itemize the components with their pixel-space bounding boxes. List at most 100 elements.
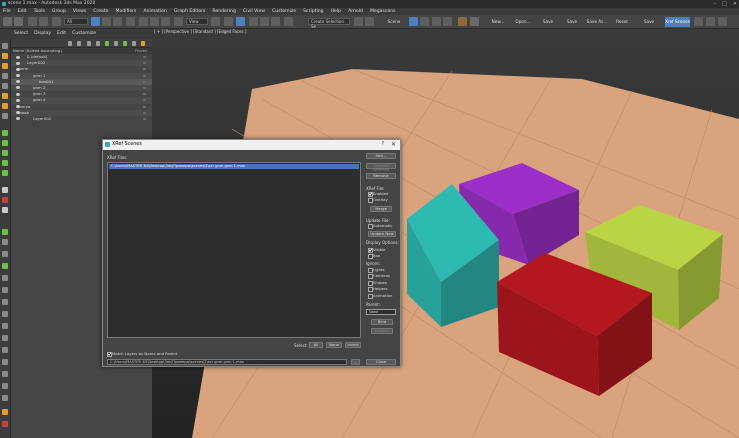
toolbar-z-icon[interactable]	[718, 17, 727, 26]
filter-groups-icon[interactable]	[2, 207, 8, 213]
freeze-toggle-icon[interactable]	[143, 93, 146, 96]
menu-rendering[interactable]: Rendering	[212, 8, 235, 15]
redo-icon[interactable]	[14, 17, 23, 26]
tab-select[interactable]: Select	[14, 29, 28, 39]
menu-megascans[interactable]: Megascans	[370, 8, 396, 15]
xref-scenes-button[interactable]: Xref Scenes	[665, 17, 690, 27]
freeze-toggle-icon[interactable]	[143, 111, 146, 114]
menu-civil-view[interactable]: Civil View	[243, 8, 265, 15]
convert-selected-button[interactable]: Convert Selected	[366, 163, 396, 172]
pivot-center-icon[interactable]	[211, 17, 220, 26]
hierarchy-icon[interactable]	[2, 53, 8, 59]
visible-checkbox[interactable]: Visible	[368, 247, 385, 253]
angle-snap-icon[interactable]	[249, 17, 258, 26]
freeze-toggle-icon[interactable]	[143, 74, 146, 77]
xref-file-item[interactable]: C:\Users\MASTER 3D\Desktop\3ds\Примеры\s…	[109, 164, 359, 169]
bind-button[interactable]: Bind	[371, 319, 393, 325]
filter-geometry-icon[interactable]	[2, 130, 8, 136]
edit-named-selection-icon[interactable]	[284, 17, 293, 26]
named-selection-sets-dropdown[interactable]: Create Selection Se	[308, 18, 350, 29]
select-children-icon[interactable]	[2, 311, 8, 317]
menu-file[interactable]: File	[3, 8, 11, 15]
freeze-toggle-icon[interactable]	[143, 68, 146, 71]
tab-display[interactable]: Display	[34, 29, 51, 39]
snaps-toggle-icon[interactable]	[236, 17, 245, 26]
rotate-icon[interactable]	[150, 17, 159, 26]
window-crossing-icon[interactable]	[126, 17, 135, 26]
tab-edit[interactable]: Edit	[57, 29, 66, 39]
eye-icon[interactable]	[16, 92, 20, 96]
reset-button[interactable]: Reset	[612, 17, 632, 27]
tree-icon[interactable]	[2, 299, 8, 305]
select-dependents-icon[interactable]	[2, 323, 8, 329]
layer-current-icon[interactable]	[123, 41, 127, 46]
layer-options-icon[interactable]	[141, 41, 145, 46]
ignore-shapes-checkbox[interactable]: Shapes	[368, 280, 387, 286]
menu-scripting[interactable]: Scripting	[303, 8, 323, 15]
expand-all-icon[interactable]	[2, 263, 8, 269]
parent-field[interactable]: None	[366, 309, 396, 315]
layer-highlight-icon[interactable]	[132, 41, 136, 46]
ignore-helpers-checkbox[interactable]: Helpers	[368, 286, 388, 292]
name-column-header[interactable]: Name (Sorted Ascending)	[13, 48, 62, 53]
automatic-checkbox[interactable]: Automatic	[368, 223, 392, 229]
spinner-snap-icon[interactable]	[271, 17, 280, 26]
select-none-icon[interactable]	[2, 347, 8, 353]
menu-customize[interactable]: Customize	[272, 8, 296, 15]
close-button[interactable]: Close	[366, 359, 396, 365]
ignore-cameras-checkbox[interactable]: Cameras	[368, 273, 390, 279]
percent-snap-icon[interactable]	[260, 17, 269, 26]
xref-files-list[interactable]: C:\Users\MASTER 3D\Desktop\3ds\Примеры\s…	[107, 162, 361, 338]
freeze-toggle-icon[interactable]	[143, 62, 146, 65]
menu-graph-editors[interactable]: Graph Editors	[174, 8, 206, 15]
box-checkbox[interactable]: Box	[368, 253, 380, 259]
scene-explorer-button[interactable]: Scene Explorer	[380, 17, 408, 34]
xref-path-field[interactable]: C:\Users\MASTER 3D\Desktop\3ds\Примеры\s…	[107, 359, 347, 365]
curve-editor-icon[interactable]	[432, 17, 441, 26]
menu-edit[interactable]: Edit	[18, 8, 27, 15]
align-icon[interactable]	[365, 17, 374, 26]
sun-icon[interactable]	[2, 103, 8, 109]
remove-button[interactable]: Remove	[366, 173, 396, 179]
freeze-toggle-icon[interactable]	[143, 86, 146, 89]
eye-icon[interactable]	[16, 117, 20, 121]
merge-button[interactable]: Merge	[370, 206, 392, 212]
ignore-animation-checkbox[interactable]: Animation	[368, 293, 392, 299]
bind-space-warp-icon[interactable]	[52, 17, 61, 26]
move-icon[interactable]	[139, 17, 148, 26]
menu-views[interactable]: Views	[73, 8, 86, 15]
enabled-checkbox[interactable]: Enabled	[368, 191, 388, 197]
freeze-icon[interactable]	[2, 395, 8, 401]
close-icon[interactable]	[68, 41, 72, 46]
find-icon[interactable]	[2, 287, 8, 293]
mirror-icon[interactable]	[354, 17, 363, 26]
layer-explorer-icon[interactable]	[409, 17, 418, 26]
menu-create[interactable]: Create	[93, 8, 108, 15]
update-now-button[interactable]: Update Now	[368, 231, 396, 237]
undo-icon[interactable]	[3, 17, 12, 26]
reference-coordinate-dropdown[interactable]: View	[186, 18, 208, 25]
options-icon[interactable]	[2, 421, 8, 427]
unlink-icon[interactable]	[39, 17, 48, 26]
sync-selection-icon[interactable]	[2, 251, 8, 257]
modify-icon[interactable]	[2, 43, 8, 49]
viewport-label[interactable]: [ + ] [Perspective ] [Standard ] [Edged …	[154, 29, 246, 35]
filter-spacewarps-icon[interactable]	[2, 187, 8, 193]
tree-row[interactable]: Layer002	[11, 116, 152, 122]
motion-icon[interactable]	[2, 63, 8, 69]
eye-icon[interactable]	[16, 80, 20, 84]
render-setup-icon[interactable]	[470, 17, 479, 26]
link-icon[interactable]	[28, 17, 37, 26]
overlay-checkbox[interactable]: Overlay	[368, 197, 388, 203]
ignore-lights-checkbox[interactable]: Lights	[368, 267, 384, 273]
visibility-icon[interactable]	[2, 383, 8, 389]
light-bulb-icon[interactable]	[2, 93, 8, 99]
menu-group[interactable]: Group	[52, 8, 66, 15]
select-invert-button[interactable]: Invert	[345, 342, 361, 348]
collapse-all-icon[interactable]	[2, 275, 8, 281]
display-dependencies-icon[interactable]	[2, 239, 8, 245]
help-button[interactable]: ?	[381, 140, 384, 150]
menu-help[interactable]: Help	[331, 8, 341, 15]
filter-shapes-icon[interactable]	[2, 140, 8, 146]
select-none-button[interactable]: None	[326, 342, 342, 348]
